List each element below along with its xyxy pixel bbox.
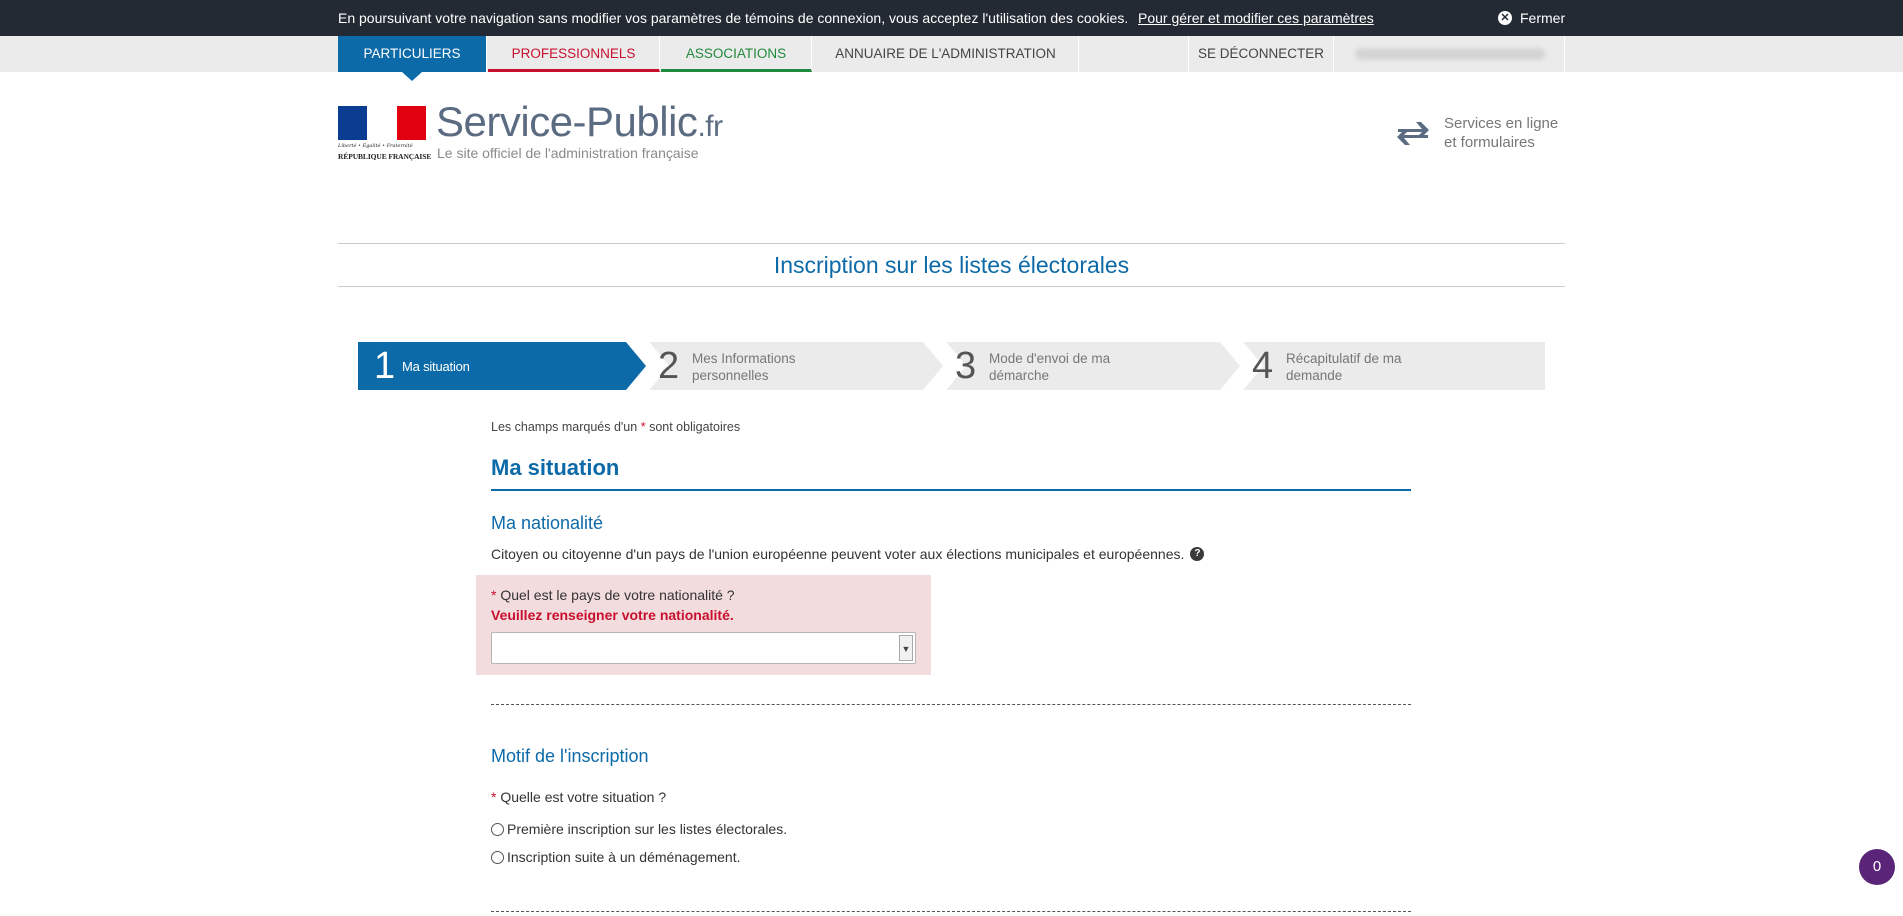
- site-tld: .fr: [697, 110, 723, 143]
- nav-tab-annuaire[interactable]: ANNUAIRE DE L'ADMINISTRATION: [813, 36, 1079, 72]
- marianne-flag-icon: [338, 106, 426, 140]
- step-4-label: Récapitulatif de ma demande: [1286, 351, 1402, 383]
- cookie-close-label: Fermer: [1520, 10, 1566, 26]
- nationality-info: Citoyen ou citoyenne d'un pays de l'unio…: [491, 546, 1205, 562]
- section-title: Ma situation: [491, 455, 620, 480]
- nav-tab-associations[interactable]: ASSOCIATIONS: [661, 36, 812, 72]
- motif-heading: Motif de l'inscription: [491, 746, 649, 766]
- step-3-label: Mode d'envoi de ma démarche: [989, 351, 1111, 383]
- nationality-question: * Quel est le pays de votre nationalité …: [491, 587, 735, 603]
- notification-counter-badge[interactable]: 0: [1859, 849, 1895, 885]
- nationality-error-box: * Quel est le pays de votre nationalité …: [476, 575, 931, 675]
- radio-label: Inscription suite à un déménagement.: [507, 849, 741, 865]
- blurred-user-email: [1355, 48, 1545, 60]
- logout-link[interactable]: SE DÉCONNECTER: [1188, 36, 1334, 72]
- step-3-mode-envoi[interactable]: 3 Mode d'envoi de ma démarche: [923, 342, 1243, 390]
- progress-steps: 1 Ma situation 2 Mes Informations personn…: [358, 342, 1545, 390]
- dashed-separator: [491, 911, 1411, 912]
- motif-question: * Quelle est votre situation ?: [491, 789, 667, 805]
- cookie-banner: En poursuivant votre navigation sans mod…: [0, 0, 1903, 36]
- republique-francaise-logo[interactable]: Liberté • Égalité • Fraternité RÉPUBLIQU…: [338, 106, 432, 162]
- user-account-link[interactable]: [1335, 36, 1565, 72]
- step-2-label: Mes Informations personnelles: [692, 351, 796, 383]
- nationality-heading: Ma nationalité: [491, 513, 604, 533]
- services-line2: et formulaires: [1444, 134, 1535, 151]
- required-fields-note: Les champs marqués d'un * sont obligatoi…: [491, 420, 741, 434]
- step-4-number: 4: [1252, 345, 1274, 387]
- radio-demenagement[interactable]: Inscription suite à un déménagement.: [491, 849, 740, 865]
- nationality-info-text: Citoyen ou citoyenne d'un pays de l'unio…: [491, 546, 1185, 562]
- cookie-settings-link[interactable]: Pour gérer et modifier ces paramètres: [1138, 10, 1374, 26]
- nationality-error-message: Veuillez renseigner votre nationalité.: [491, 607, 734, 623]
- nav-tab-particuliers[interactable]: PARTICULIERS: [338, 36, 487, 81]
- top-navigation: PARTICULIERS PROFESSIONNELS ASSOCIATIONS…: [0, 36, 1903, 81]
- section-divider: [491, 489, 1411, 491]
- logo-republic: RÉPUBLIQUE FRANÇAISE: [338, 152, 432, 161]
- step-1-ma-situation[interactable]: 1 Ma situation: [358, 342, 648, 390]
- chevron-down-icon: ▼: [899, 635, 913, 661]
- radio-button[interactable]: [491, 822, 504, 836]
- help-icon[interactable]: ?: [1190, 547, 1205, 561]
- cookie-text: En poursuivant votre navigation sans mod…: [338, 10, 1129, 26]
- site-title[interactable]: Service-Public.fr: [436, 98, 723, 146]
- radio-label: Première inscription sur les listes élec…: [507, 821, 788, 837]
- radio-premiere-inscription[interactable]: Première inscription sur les listes élec…: [491, 821, 787, 837]
- page-title: Inscription sur les listes électorales: [338, 243, 1565, 287]
- services-en-ligne-link[interactable]: Services en ligne et formulaires: [1394, 114, 1558, 152]
- step-2-number: 2: [658, 345, 680, 387]
- step-1-number: 1: [374, 345, 396, 387]
- exchange-arrows-icon: [1397, 122, 1429, 145]
- services-line1: Services en ligne: [1444, 115, 1559, 132]
- site-tagline: Le site officiel de l'administration fra…: [437, 145, 699, 161]
- step-4-recapitulatif[interactable]: 4 Récapitulatif de ma demande: [1220, 342, 1545, 390]
- page: En poursuivant votre navigation sans mod…: [0, 0, 1903, 916]
- nav-tab-professionnels[interactable]: PROFESSIONNELS: [488, 36, 660, 72]
- site-name: Service-Public: [436, 98, 698, 145]
- close-icon: ✕: [1498, 11, 1512, 25]
- services-label: Services en ligne et formulaires: [1444, 114, 1558, 152]
- step-2-informations[interactable]: 2 Mes Informations personnelles: [626, 342, 946, 390]
- logo-motto: Liberté • Égalité • Fraternité: [338, 143, 413, 149]
- step-3-number: 3: [955, 345, 977, 387]
- step-1-label: Ma situation: [402, 359, 470, 374]
- cookie-close-button[interactable]: ✕ Fermer: [1498, 10, 1565, 26]
- radio-button[interactable]: [491, 850, 504, 864]
- nationality-select[interactable]: ▼: [491, 632, 916, 664]
- dashed-separator: [491, 704, 1411, 705]
